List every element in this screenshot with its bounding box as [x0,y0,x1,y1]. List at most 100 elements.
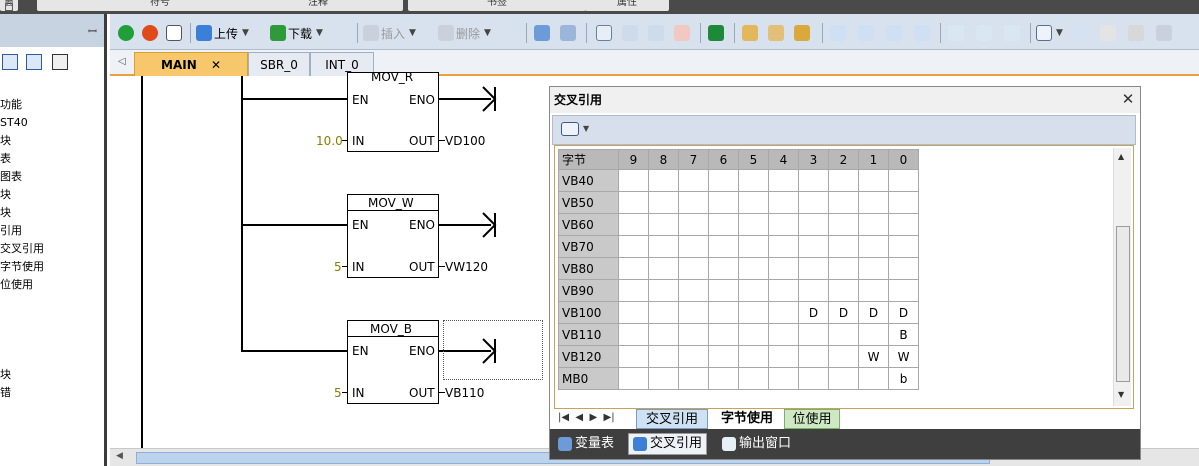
out-value[interactable]: VD100 [445,134,485,148]
goto-button[interactable] [708,23,724,43]
table-cell[interactable] [768,213,799,236]
close-icon[interactable]: ✕ [211,58,221,72]
in-value[interactable]: 5 [334,386,342,400]
table-cell[interactable] [618,279,649,302]
edit-button[interactable] [1100,23,1116,43]
table-cell[interactable] [888,279,919,302]
table-cell[interactable] [768,169,799,192]
table-cell[interactable] [648,235,679,258]
table-cell[interactable] [768,323,799,346]
table-cell[interactable] [708,213,739,236]
table-cell[interactable] [798,257,829,280]
tag-icon[interactable] [561,122,579,136]
table-cell[interactable] [708,235,739,258]
more-button[interactable] [1156,23,1172,43]
table-cell[interactable]: W [888,345,919,368]
table-cell[interactable] [768,257,799,280]
tree-item-error[interactable]: 错 [0,384,107,402]
chevron-down-icon[interactable]: ▼ [316,28,323,38]
table-cell[interactable] [858,213,889,236]
table-cell[interactable] [768,367,799,390]
top-tab-properties[interactable]: 属性 [585,0,669,11]
top-tab-comment[interactable]: 注释 [233,0,403,11]
table-cell[interactable] [648,191,679,214]
bottom-tab-output-window[interactable]: 输出窗口 [718,433,795,455]
table-cell[interactable] [618,323,649,346]
table-cell[interactable] [618,367,649,390]
table-cell[interactable] [618,345,649,368]
table-cell[interactable] [738,191,769,214]
table-cell[interactable]: W [858,345,889,368]
table-row[interactable]: VB90 [558,279,919,302]
tree-item-reference[interactable]: 引用 [0,222,107,240]
box-button[interactable] [1004,23,1020,43]
tree-item-block-4[interactable]: 块 [0,366,107,384]
table-cell[interactable] [888,169,919,192]
table-row[interactable]: MB0 b [558,367,919,390]
table-cell[interactable] [768,279,799,302]
display-icon[interactable] [52,54,68,70]
tree-item-block-2[interactable]: 块 [0,186,107,204]
table-cell[interactable] [738,345,769,368]
table-cell[interactable] [828,235,859,258]
delete-button[interactable]: 删除 ▼ [438,23,491,43]
table-cell[interactable] [738,301,769,324]
table-cell[interactable] [678,279,709,302]
insert-button[interactable]: 插入 ▼ [363,23,416,43]
table-cell[interactable] [708,191,739,214]
table-cell[interactable] [648,367,679,390]
table-cell[interactable] [648,213,679,236]
row-header[interactable]: VB90 [558,279,619,302]
tree-item-table[interactable]: 表 [0,150,107,168]
line-down-button[interactable] [858,23,874,43]
table-row[interactable]: VB40 [558,169,919,192]
table-cell[interactable] [798,169,829,192]
row-header[interactable]: VB40 [558,169,619,192]
table-cell[interactable] [888,213,919,236]
table-row[interactable]: VB70 [558,235,919,258]
table-cell[interactable] [618,235,649,258]
table-cell[interactable] [858,257,889,280]
table-cell[interactable] [798,367,829,390]
tree-item-block-3[interactable]: 块 [0,204,107,222]
table-cell[interactable] [738,323,769,346]
table-cell[interactable] [828,213,859,236]
table-cell[interactable] [618,301,649,324]
in-value[interactable]: 5 [334,260,342,274]
table-cell[interactable] [708,257,739,280]
chevron-down-icon[interactable]: ▼ [1056,28,1063,38]
table-cell[interactable] [648,257,679,280]
scroll-up-icon[interactable]: ▲ [1118,152,1124,161]
table-cell[interactable] [858,367,889,390]
upload-button[interactable]: 上传 ▼ [196,23,249,43]
row-header[interactable]: VB50 [558,191,619,214]
redo-button[interactable] [648,23,664,43]
table-cell[interactable] [648,345,679,368]
table-cell[interactable] [828,345,859,368]
tag-button[interactable]: ▼ [1036,23,1063,43]
table-cell[interactable] [888,235,919,258]
table-cell[interactable]: b [888,367,919,390]
table-row[interactable]: VB100 D D D D [558,301,919,324]
scroll-down-icon[interactable]: ▼ [1118,390,1124,399]
table-cell[interactable] [738,169,769,192]
coil-button[interactable] [976,23,992,43]
tree-item-function[interactable]: 功能 [0,96,107,114]
table-view-icon[interactable] [2,54,18,70]
sheet-tab-cross-reference[interactable]: 交叉引用 [636,409,708,429]
grid-button[interactable] [1072,23,1088,43]
row-header[interactable]: MB0 [558,367,619,390]
table-row[interactable]: VB120 W W [558,345,919,368]
table-cell[interactable] [678,235,709,258]
table-cell[interactable]: D [798,301,829,324]
table-cell[interactable] [648,301,679,324]
table-cell[interactable] [858,279,889,302]
table-cell[interactable] [678,213,709,236]
contact-button[interactable] [948,23,964,43]
undo-button[interactable] [622,23,638,43]
table-cell[interactable] [828,279,859,302]
panel-splitter[interactable] [104,14,107,466]
sheet-nav-arrows[interactable]: |◀ ◀ ▶ ▶| [558,412,615,423]
tree-item-block[interactable]: 块 [0,132,107,150]
table-cell[interactable] [738,213,769,236]
